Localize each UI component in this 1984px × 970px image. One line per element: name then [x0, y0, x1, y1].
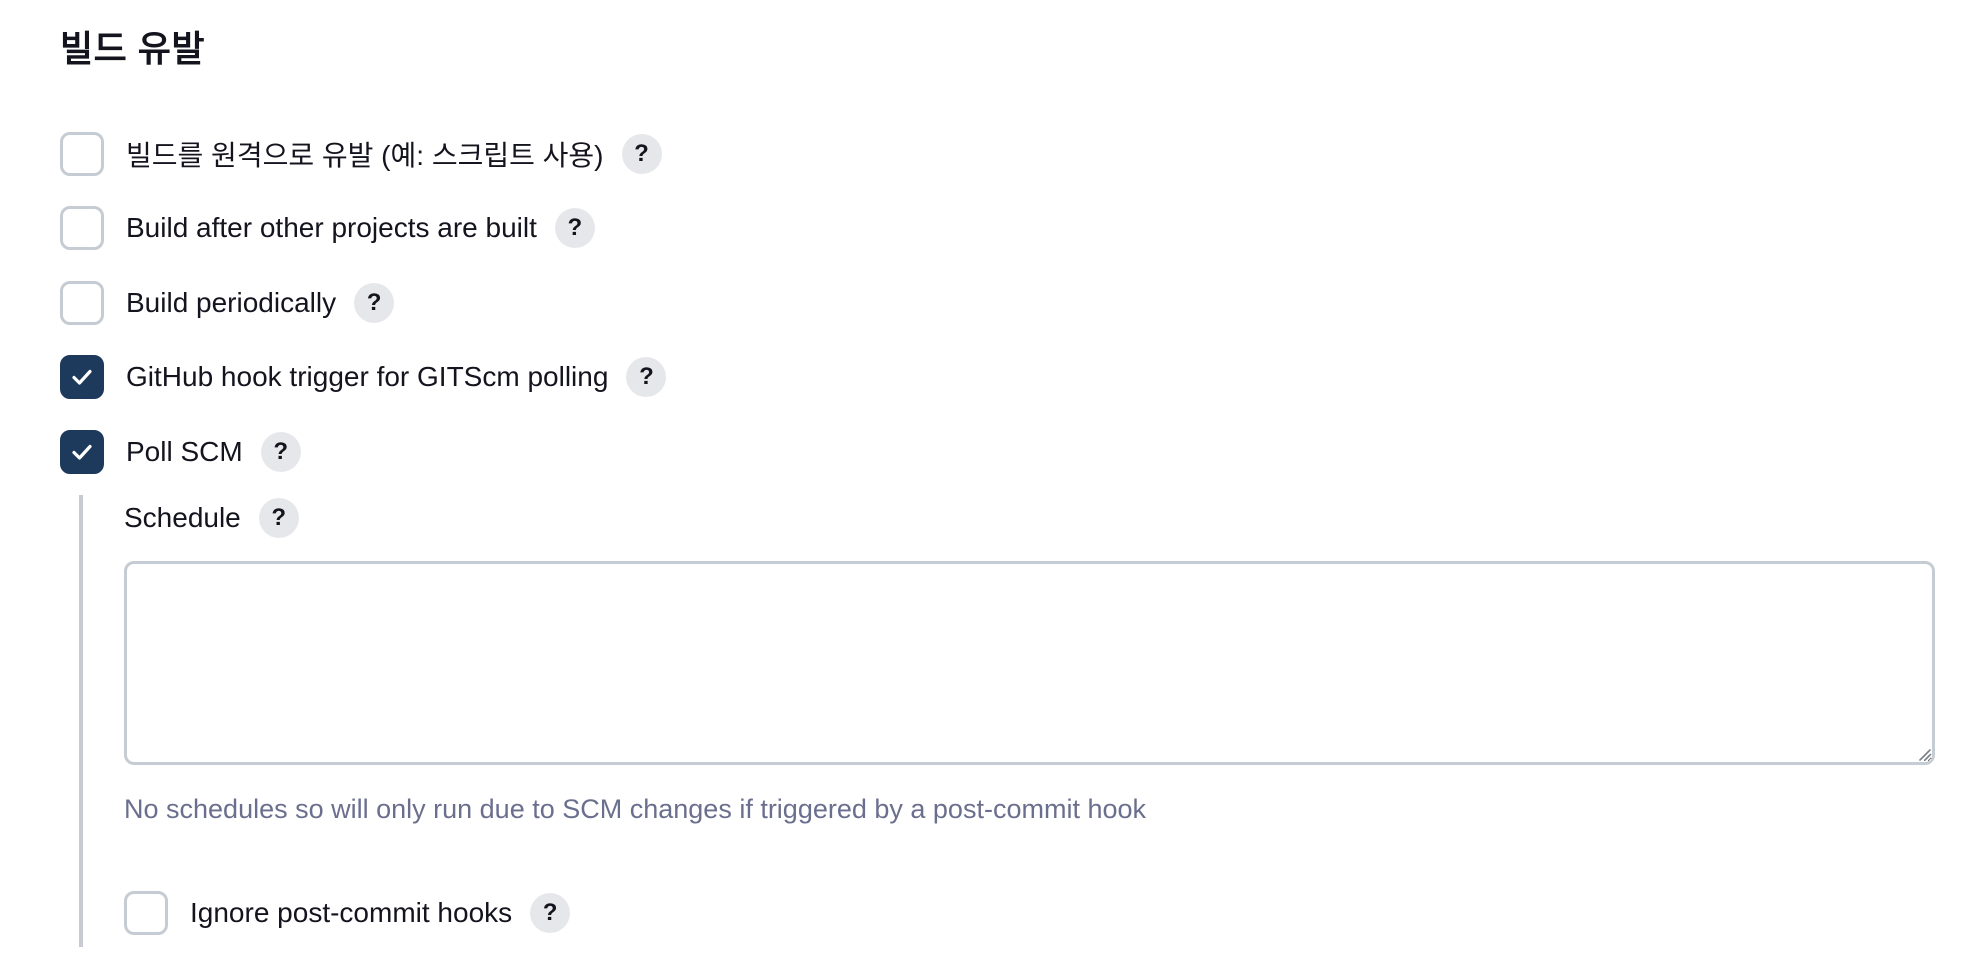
trigger-poll-scm-checkbox[interactable] [60, 430, 104, 474]
schedule-hint: No schedules so will only run due to SCM… [124, 794, 1146, 824]
trigger-poll-scm-row: Poll SCM ? [60, 430, 301, 474]
help-icon[interactable]: ? [530, 893, 571, 933]
trigger-github-hook-checkbox[interactable] [60, 355, 104, 399]
help-icon[interactable]: ? [354, 283, 395, 323]
help-icon[interactable]: ? [258, 498, 299, 538]
section-title: 빌드 유발 [60, 28, 205, 69]
help-icon[interactable]: ? [260, 432, 301, 472]
ignore-post-commit-hooks-row: Ignore post-commit hooks ? [124, 891, 571, 935]
help-icon[interactable]: ? [554, 208, 595, 248]
check-icon [72, 369, 92, 385]
trigger-remote-row: 빌드를 원격으로 유발 (예: 스크립트 사용) ? [60, 132, 662, 176]
trigger-after-other-projects-label[interactable]: Build after other projects are built [126, 212, 537, 244]
ignore-post-commit-hooks-checkbox[interactable] [124, 891, 168, 935]
schedule-label-row: Schedule ? [124, 496, 299, 540]
trigger-after-other-projects-checkbox[interactable] [60, 206, 104, 250]
check-icon [72, 444, 92, 460]
schedule-textarea[interactable] [124, 561, 1935, 765]
trigger-github-hook-label[interactable]: GitHub hook trigger for GITScm polling [126, 361, 608, 393]
schedule-label: Schedule [124, 502, 241, 533]
trigger-poll-scm-label[interactable]: Poll SCM [126, 436, 243, 468]
help-icon[interactable]: ? [621, 134, 662, 174]
trigger-periodically-label[interactable]: Build periodically [126, 287, 336, 319]
trigger-periodically-row: Build periodically ? [60, 281, 395, 325]
trigger-after-other-projects-row: Build after other projects are built ? [60, 206, 595, 250]
ignore-post-commit-hooks-label[interactable]: Ignore post-commit hooks [190, 897, 512, 929]
trigger-github-hook-row: GitHub hook trigger for GITScm polling ? [60, 355, 667, 399]
nested-section-divider [79, 495, 83, 947]
trigger-periodically-checkbox[interactable] [60, 281, 104, 325]
trigger-remote-checkbox[interactable] [60, 132, 104, 176]
trigger-remote-label[interactable]: 빌드를 원격으로 유발 (예: 스크립트 사용) [126, 134, 604, 174]
help-icon[interactable]: ? [626, 357, 667, 397]
